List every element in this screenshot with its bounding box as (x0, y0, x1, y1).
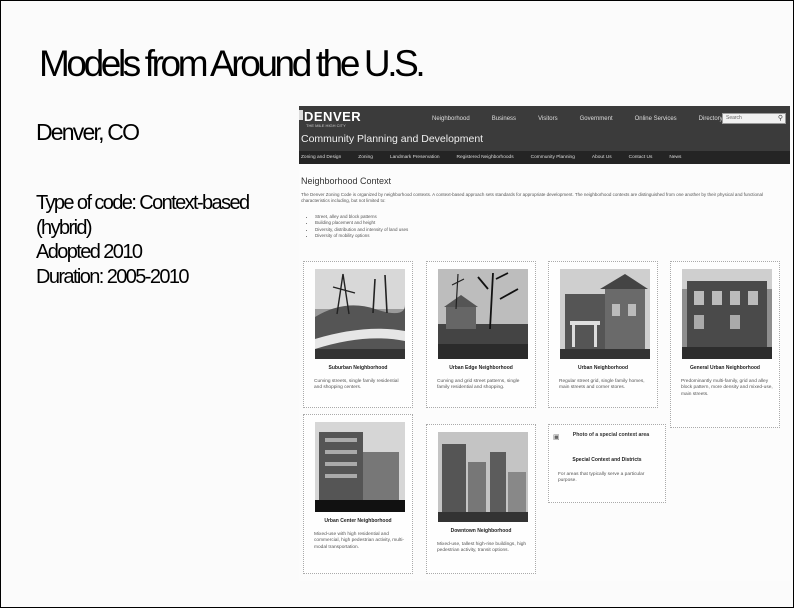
sub-nav-about[interactable]: About Us (592, 155, 612, 160)
downtown-photo[interactable] (438, 432, 528, 522)
card-title[interactable]: Suburban Neighborhood (306, 365, 410, 371)
card-title[interactable]: Downtown Neighborhood (429, 528, 533, 534)
top-nav: Neighborhood Business Visitors Governmen… (432, 116, 723, 122)
top-nav-directory[interactable]: Directory (699, 116, 723, 122)
card-description: Mixed-use with high residential and comm… (314, 532, 405, 550)
photo-placeholder-label: Photo of a special context area (572, 432, 650, 438)
top-nav-online-services[interactable]: Online Services (635, 116, 677, 122)
card-title[interactable]: Urban Edge Neighborhood (429, 365, 533, 371)
site-logo[interactable]: DENVER (304, 109, 361, 124)
department-title: Community Planning and Development (301, 133, 484, 145)
urban-photo[interactable] (560, 269, 650, 359)
general-urban-photo[interactable] (682, 269, 772, 359)
suburban-photo[interactable] (315, 269, 405, 359)
code-type-line-2: (hybrid) (36, 216, 93, 239)
card-special-context[interactable]: ▣ Photo of a special context area Specia… (548, 424, 666, 503)
duration-line: Duration: 2005-2010 (36, 265, 190, 288)
slide-title: Models from Around the U.S. (39, 43, 426, 84)
card-general-urban[interactable]: General Urban Neighborhood Predominantly… (670, 261, 780, 428)
top-nav-visitors[interactable]: Visitors (538, 116, 558, 122)
card-description: Mixed-use, tallest high-rise buildings, … (437, 542, 527, 554)
sub-nav-registered[interactable]: Registered Neighborhoods (457, 155, 514, 160)
search-icon[interactable]: ⚲ (778, 114, 783, 122)
card-suburban[interactable]: Suburban Neighborhood Curving streets, s… (303, 261, 413, 408)
sub-nav: Zoning and Design Zoning Landmark Preser… (299, 151, 790, 164)
card-description: Predominantly multi-family, grid and all… (681, 379, 773, 397)
urban-edge-photo[interactable] (438, 269, 528, 359)
list-item: Diversity of mobility options (315, 233, 408, 239)
card-description: Curving and grid street patterns, single… (437, 379, 520, 391)
list-item: Diversity, distribution and intensity of… (315, 227, 408, 233)
card-title[interactable]: General Urban Neighborhood (673, 365, 777, 371)
image-placeholder-icon: ▣ (553, 434, 560, 441)
adopted-line: Adopted 2010 (36, 241, 143, 263)
sub-nav-zoning[interactable]: Zoning (358, 155, 373, 160)
context-bullet-list: Street, alley and block patterns Buildin… (309, 214, 408, 239)
urban-center-photo[interactable] (315, 422, 405, 512)
search-input[interactable]: Search ⚲ (722, 113, 786, 124)
page-heading: Neighborhood Context (301, 176, 392, 186)
site-tagline: THE MILE HIGH CITY (306, 123, 346, 128)
card-downtown[interactable]: Downtown Neighborhood Mixed-use, tallest… (426, 424, 536, 574)
card-description: Curving streets, single family residenti… (314, 379, 399, 391)
card-urban[interactable]: Urban Neighborhood Regular street grid, … (548, 261, 658, 408)
sub-nav-zoning-design[interactable]: Zoning and Design (301, 155, 341, 160)
denver-logo-icon (299, 110, 303, 120)
card-urban-center[interactable]: Urban Center Neighborhood Mixed-use with… (303, 414, 413, 574)
search-placeholder: Search (726, 115, 742, 121)
sub-nav-community-planning[interactable]: Community Planning (531, 155, 575, 160)
top-nav-neighborhood[interactable]: Neighborhood (432, 116, 470, 122)
website-screenshot: DENVER THE MILE HIGH CITY Neighborhood B… (299, 106, 790, 581)
card-title[interactable]: Special Context and Districts (551, 457, 663, 463)
card-title[interactable]: Urban Neighborhood (551, 365, 655, 371)
site-header: DENVER THE MILE HIGH CITY Neighborhood B… (299, 106, 790, 164)
code-details: Type of code: Context-based (hybrid) Ado… (36, 191, 250, 289)
city-label: Denver, CO (36, 119, 140, 145)
top-nav-government[interactable]: Government (580, 116, 613, 122)
card-description: Regular street grid, single family homes… (559, 379, 645, 391)
sub-nav-contact[interactable]: Contact Us (629, 155, 653, 160)
sub-nav-landmark[interactable]: Landmark Preservation (390, 155, 440, 160)
top-nav-business[interactable]: Business (492, 116, 516, 122)
intro-paragraph: The Denver Zoning Code is organized by n… (301, 192, 763, 204)
card-description: For areas that typically serve a particu… (558, 472, 645, 484)
sub-nav-news[interactable]: News (669, 155, 681, 160)
presentation-slide: Models from Around the U.S. Denver, CO T… (0, 0, 794, 608)
card-title[interactable]: Urban Center Neighborhood (306, 518, 410, 524)
card-urban-edge[interactable]: Urban Edge Neighborhood Curving and grid… (426, 261, 536, 408)
code-type-line: Type of code: Context-based (36, 192, 250, 214)
